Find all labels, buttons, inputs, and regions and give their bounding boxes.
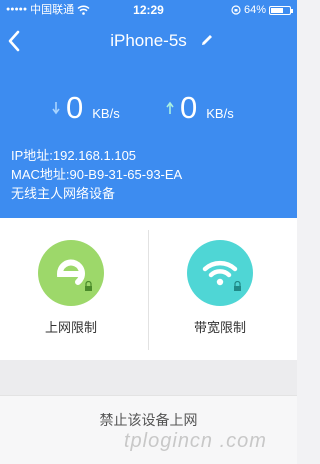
- disable-device-button[interactable]: 禁止该设备上网: [0, 410, 297, 430]
- download-unit: KB/s: [92, 106, 120, 121]
- download-arrow-icon: [52, 101, 60, 114]
- function-panel: 上网限制 带宽限制: [0, 218, 297, 360]
- download-value: 0: [66, 90, 84, 125]
- section-gap: [0, 360, 297, 395]
- device-name-title: iPhone-5s: [110, 31, 187, 50]
- device-type: 无线主人网络设备: [11, 186, 116, 201]
- ip-address: IP地址:192.168.1.105: [11, 148, 137, 163]
- device-header: ●●●●● 中国联通 12:29 64% iPhone-5s 0 KB/s 0 …: [0, 0, 297, 218]
- e-logo-icon: [57, 259, 85, 285]
- watermark: tplogincn .com: [124, 430, 267, 452]
- upload-unit: KB/s: [206, 106, 234, 121]
- lock-icon: [234, 281, 241, 291]
- orientation-lock-icon: [231, 5, 241, 15]
- upload-value: 0: [180, 90, 198, 125]
- download-speed: 0 KB/s: [52, 92, 120, 123]
- battery-percent: 64%: [243, 4, 266, 16]
- upload-arrow-icon: [166, 101, 174, 114]
- status-bar: ●●●●● 中国联通 12:29 64%: [0, 0, 297, 20]
- wifi-icon: [202, 260, 238, 286]
- edit-pencil-icon[interactable]: [199, 32, 215, 48]
- lock-icon: [85, 281, 92, 291]
- internet-limit-button[interactable]: [38, 240, 104, 306]
- bandwidth-limit-label[interactable]: 带宽限制: [170, 317, 270, 336]
- upload-speed: 0 KB/s: [166, 92, 234, 123]
- divider: [148, 230, 149, 350]
- nav-bar: iPhone-5s: [0, 22, 297, 62]
- bandwidth-limit-button[interactable]: [187, 240, 253, 306]
- internet-limit-label[interactable]: 上网限制: [21, 317, 121, 336]
- mac-address: MAC地址:90-B9-31-65-93-EA: [11, 167, 183, 182]
- battery-icon: [269, 5, 293, 15]
